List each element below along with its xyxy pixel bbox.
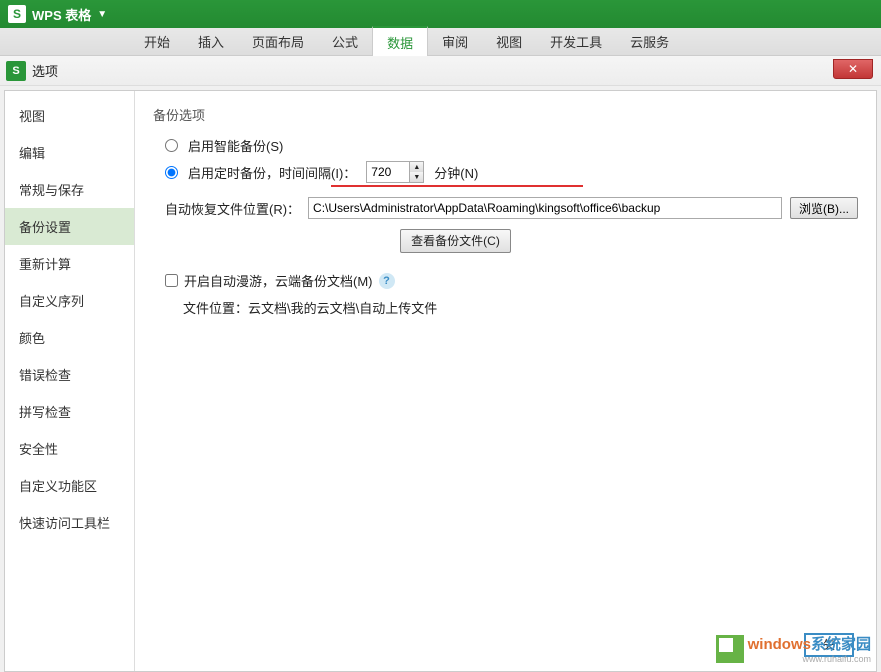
recover-path-row: 自动恢复文件位置(R)： 浏览(B)... bbox=[165, 197, 858, 219]
ribbon-tab[interactable]: 页面布局 bbox=[238, 27, 318, 56]
ribbon-tab[interactable]: 视图 bbox=[482, 27, 536, 56]
sidebar-item[interactable]: 自定义功能区 bbox=[5, 467, 134, 504]
roaming-label[interactable]: 开启自动漫游，云端备份文档(M) bbox=[184, 271, 373, 290]
recover-path-label: 自动恢复文件位置(R)： bbox=[165, 199, 300, 218]
ribbon-tab[interactable]: 公式 bbox=[318, 27, 372, 56]
smart-backup-row: 启用智能备份(S) bbox=[165, 136, 858, 155]
app-menu-dropdown-icon[interactable]: ▼ bbox=[97, 9, 107, 20]
section-title: 备份选项 bbox=[153, 105, 858, 124]
sidebar-item[interactable]: 安全性 bbox=[5, 430, 134, 467]
timed-backup-row: 启用定时备份，时间间隔(I)： ▲ ▼ 分钟(N) bbox=[165, 161, 858, 183]
roaming-checkbox[interactable] bbox=[165, 274, 178, 287]
timed-backup-radio[interactable] bbox=[165, 166, 178, 179]
timed-backup-label[interactable]: 启用定时备份，时间间隔(I)： bbox=[188, 163, 356, 182]
sidebar-item[interactable]: 快速访问工具栏 bbox=[5, 504, 134, 541]
help-icon[interactable]: ? bbox=[379, 273, 395, 289]
sidebar-item[interactable]: 错误检查 bbox=[5, 356, 134, 393]
ribbon-tab[interactable]: 审阅 bbox=[428, 27, 482, 56]
ribbon-tab[interactable]: 云服务 bbox=[616, 27, 683, 56]
ribbon-tab[interactable]: 开发工具 bbox=[536, 27, 616, 56]
sidebar-item[interactable]: 编辑 bbox=[5, 134, 134, 171]
app-logo-icon: S bbox=[8, 5, 26, 23]
ribbon-tab[interactable]: 插入 bbox=[184, 27, 238, 56]
sidebar-item[interactable]: 自定义序列 bbox=[5, 282, 134, 319]
sidebar-item[interactable]: 常规与保存 bbox=[5, 171, 134, 208]
interval-input[interactable] bbox=[367, 162, 409, 182]
app-titlebar: S WPS 表格 ▼ bbox=[0, 0, 881, 28]
smart-backup-label[interactable]: 启用智能备份(S) bbox=[188, 136, 283, 155]
recover-path-input[interactable] bbox=[308, 197, 782, 219]
dialog-close-button[interactable]: ✕ bbox=[833, 59, 873, 79]
spinner-up-icon[interactable]: ▲ bbox=[410, 162, 423, 172]
dialog-header: S 选项 ✕ bbox=[0, 56, 881, 86]
minutes-label: 分钟(N) bbox=[434, 163, 478, 182]
sidebar-item[interactable]: 颜色 bbox=[5, 319, 134, 356]
view-backup-row: 查看备份文件(C) bbox=[53, 229, 858, 253]
ribbon-tab[interactable]: 数据 bbox=[372, 26, 428, 57]
spinner-down-icon[interactable]: ▼ bbox=[410, 172, 423, 182]
dialog-icon: S bbox=[6, 61, 26, 81]
bottom-button[interactable]: 矢 bbox=[804, 633, 854, 657]
smart-backup-radio[interactable] bbox=[165, 139, 178, 152]
dialog-body: 视图编辑常规与保存备份设置重新计算自定义序列颜色错误检查拼写检查安全性自定义功能… bbox=[4, 90, 877, 672]
cloud-path-text: 文件位置：云文档\我的云文档\自动上传文件 bbox=[183, 298, 858, 317]
browse-button[interactable]: 浏览(B)... bbox=[790, 197, 858, 219]
dialog-title: 选项 bbox=[32, 61, 58, 80]
ribbon-tabs: 开始插入页面布局公式数据审阅视图开发工具云服务 bbox=[0, 28, 881, 56]
options-content: 备份选项 启用智能备份(S) 启用定时备份，时间间隔(I)： ▲ ▼ 分钟(N)… bbox=[135, 91, 876, 671]
spinner-buttons: ▲ ▼ bbox=[409, 162, 423, 182]
app-title: WPS 表格 bbox=[32, 5, 91, 24]
roaming-row: 开启自动漫游，云端备份文档(M) ? bbox=[165, 271, 858, 290]
sidebar-item[interactable]: 视图 bbox=[5, 97, 134, 134]
sidebar-item[interactable]: 拼写检查 bbox=[5, 393, 134, 430]
options-sidebar: 视图编辑常规与保存备份设置重新计算自定义序列颜色错误检查拼写检查安全性自定义功能… bbox=[5, 91, 135, 671]
interval-spinner: ▲ ▼ bbox=[366, 161, 424, 183]
ribbon-tab[interactable]: 开始 bbox=[130, 27, 184, 56]
view-backup-button[interactable]: 查看备份文件(C) bbox=[400, 229, 511, 253]
